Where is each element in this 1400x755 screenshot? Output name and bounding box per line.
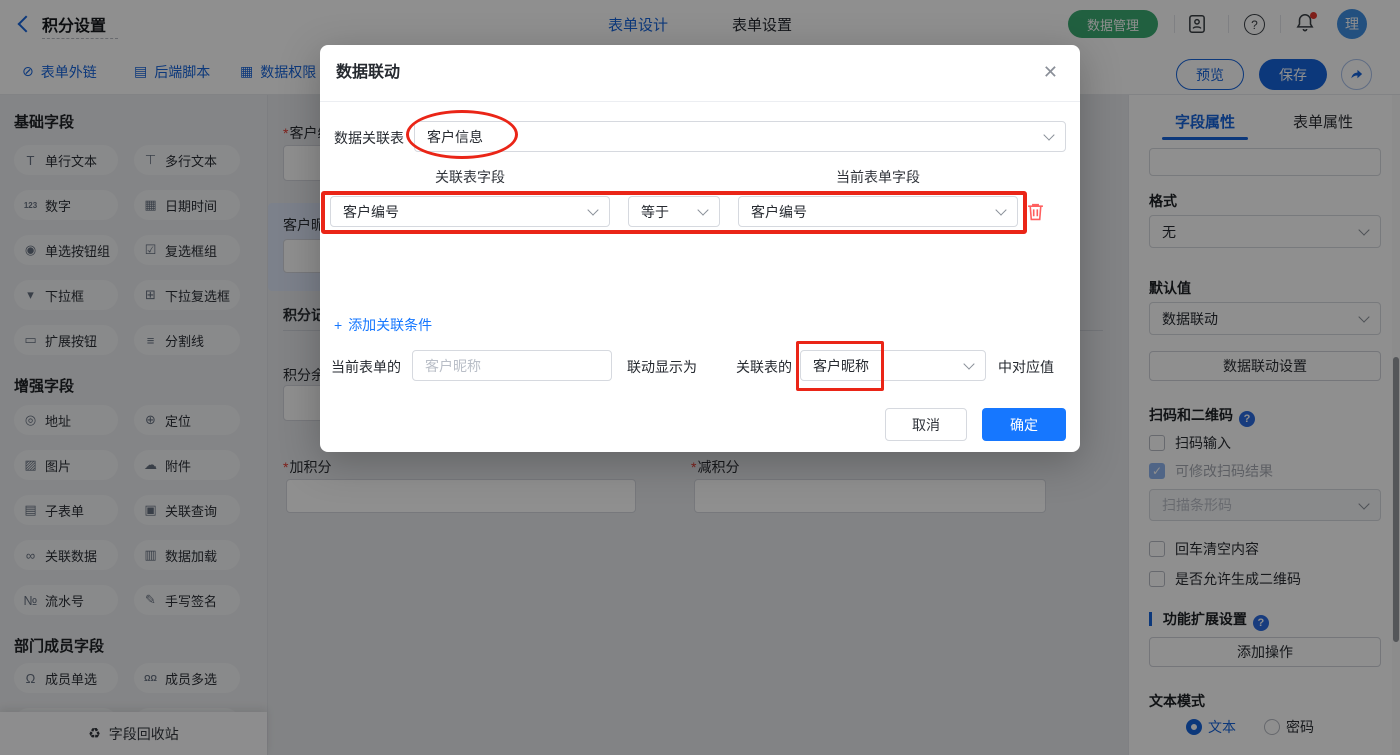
chevron-down-icon	[1043, 129, 1055, 141]
cancel-button[interactable]: 取消	[885, 408, 967, 441]
modal-header-divider	[320, 101, 1080, 102]
column-header-related-field: 关联表字段	[435, 169, 505, 185]
confirm-button[interactable]: 确定	[982, 408, 1066, 441]
trash-icon	[1028, 203, 1043, 221]
relation-table-label: 数据关联表	[334, 130, 404, 146]
column-header-current-field: 当前表单字段	[836, 169, 920, 185]
display-rule-related-prefix: 关联表的	[736, 359, 792, 375]
add-condition-link[interactable]: + 添加关联条件	[334, 315, 432, 335]
plus-icon: +	[334, 317, 343, 333]
current-field-input[interactable]: 客户昵称	[412, 350, 612, 381]
display-rule-suffix: 中对应值	[998, 359, 1054, 375]
annotation-rect-related-field	[796, 341, 884, 391]
close-icon[interactable]: ✕	[1043, 62, 1058, 82]
annotation-ellipse-relation-table	[406, 110, 518, 159]
display-rule-prefix: 当前表单的	[331, 359, 401, 375]
modal-title: 数据联动	[336, 64, 401, 81]
delete-condition-button[interactable]	[1027, 202, 1044, 224]
display-rule-middle: 联动显示为	[627, 359, 697, 375]
annotation-rect-condition-row	[321, 191, 1027, 234]
data-linkage-modal: 数据联动 ✕ 数据关联表 客户信息 关联表字段 当前表单字段 客户编号 等于 客…	[320, 45, 1080, 452]
chevron-down-icon	[963, 358, 975, 370]
